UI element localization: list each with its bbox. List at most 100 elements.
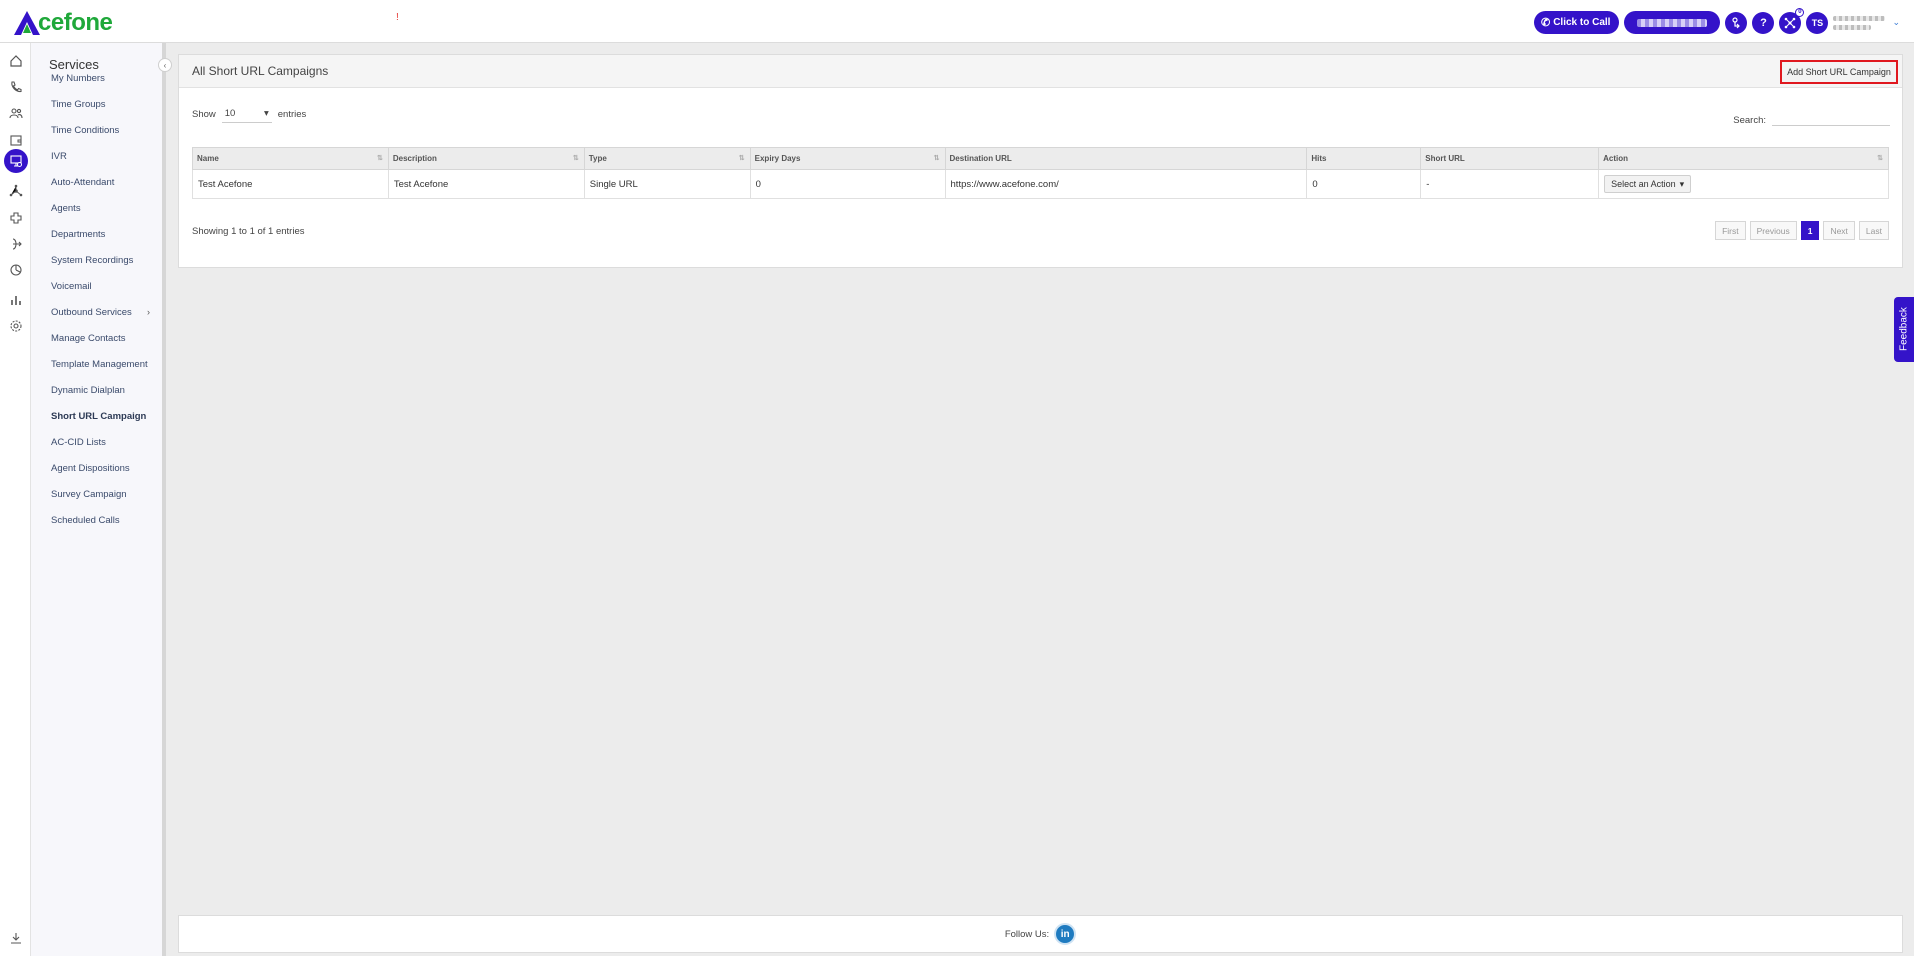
avatar[interactable]: TS xyxy=(1806,11,1829,34)
sidebar-item-system-recordings[interactable]: System Recordings xyxy=(51,255,133,266)
download-icon[interactable] xyxy=(8,930,24,946)
hierarchy-icon[interactable] xyxy=(8,183,24,199)
column-header-action[interactable]: Action ⇅ xyxy=(1598,147,1889,170)
sidebar-item-scheduled-calls[interactable]: Scheduled Calls xyxy=(51,515,120,526)
click-to-call-label: Click to Call xyxy=(1553,17,1611,28)
short-url-campaigns-panel: All Short URL Campaigns Add Short URL Ca… xyxy=(178,54,1903,268)
users-icon[interactable] xyxy=(8,105,24,121)
phone-icon[interactable] xyxy=(8,79,24,95)
services-sidebar: Services ‹ My Numbers Time Groups Time C… xyxy=(31,43,172,956)
column-header-name[interactable]: Name ⇅ xyxy=(192,147,389,170)
column-header-hits: Hits xyxy=(1306,147,1422,170)
search-control: Search: xyxy=(1733,108,1890,126)
routing-icon[interactable] xyxy=(8,236,24,252)
logo-a-icon xyxy=(14,11,40,35)
table-info: Showing 1 to 1 of 1 entries xyxy=(192,226,305,237)
sort-icon: ⇅ xyxy=(377,155,383,162)
sidebar-item-manage-contacts[interactable]: Manage Contacts xyxy=(51,333,125,344)
cell-hits: 0 xyxy=(1306,169,1422,199)
cell-destination-url: https://www.acefone.com/ xyxy=(944,169,1308,199)
column-header-short-url: Short URL xyxy=(1420,147,1600,170)
pager-first-button[interactable]: First xyxy=(1715,221,1746,240)
sidebar-item-ivr[interactable]: IVR xyxy=(51,151,67,162)
sidebar-item-outbound-services[interactable]: Outbound Services xyxy=(51,307,132,318)
sidebar-item-agent-dispositions[interactable]: Agent Dispositions xyxy=(51,463,130,474)
search-input[interactable] xyxy=(1772,108,1890,126)
sidebar-item-voicemail[interactable]: Voicemail xyxy=(51,281,92,292)
sidebar-item-auto-attendant[interactable]: Auto-Attendant xyxy=(51,177,114,188)
settings-icon[interactable] xyxy=(8,318,24,334)
top-header: cefone ! ✆ Click to Call ? 0 TS ⌄ xyxy=(0,0,1914,43)
services-title: Services xyxy=(49,57,99,72)
column-header-type[interactable]: Type ⇅ xyxy=(583,147,751,170)
page-title: All Short URL Campaigns xyxy=(192,64,329,78)
search-label: Search: xyxy=(1733,115,1766,126)
pagination: First Previous 1 Next Last xyxy=(1715,221,1889,240)
sidebar-item-departments[interactable]: Departments xyxy=(51,229,105,240)
select-action-dropdown[interactable]: Select an Action ▾ xyxy=(1604,175,1692,193)
column-header-destination-url: Destination URL xyxy=(944,147,1308,170)
chevron-down-icon[interactable]: ⌄ xyxy=(1892,17,1900,28)
network-notification-icon[interactable]: 0 xyxy=(1779,7,1805,34)
icon-rail xyxy=(0,43,31,956)
entries-length-control: Show 10 ▾ entries xyxy=(192,105,306,123)
sort-icon: ⇅ xyxy=(572,155,579,162)
cell-name: Test Acefone xyxy=(192,169,389,199)
sort-icon: ⇅ xyxy=(738,155,745,162)
entries-select[interactable]: 10 ▾ xyxy=(221,105,272,123)
column-header-description[interactable]: Description ⇅ xyxy=(387,147,585,170)
cell-description: Test Acefone xyxy=(387,169,585,199)
table-header-row: Name ⇅ Description ⇅ Type ⇅ Expiry Days ⇅ De… xyxy=(192,147,1889,170)
alert-mark: ! xyxy=(396,12,399,23)
sidebar-item-my-numbers[interactable]: My Numbers xyxy=(51,73,105,84)
sidebar-item-time-conditions[interactable]: Time Conditions xyxy=(51,125,119,136)
masked-user-name[interactable] xyxy=(1833,13,1886,33)
table-row: Test Acefone Test Acefone Single URL 0 h… xyxy=(192,169,1889,199)
agent-status-icon[interactable] xyxy=(1725,11,1748,34)
column-header-expiry-days[interactable]: Expiry Days ⇅ xyxy=(749,147,946,170)
pager-previous-button[interactable]: Previous xyxy=(1749,221,1797,240)
add-short-url-campaign-button[interactable]: Add Short URL Campaign xyxy=(1780,60,1898,84)
integrations-icon[interactable] xyxy=(8,210,24,226)
follow-us-label: Follow Us: xyxy=(1004,928,1050,940)
sidebar-item-ac-cid-lists[interactable]: AC-CID Lists xyxy=(51,437,106,448)
services-icon[interactable] xyxy=(4,149,28,173)
sidebar-item-template-management[interactable]: Template Management xyxy=(51,359,148,370)
caret-down-icon: ▾ xyxy=(1679,178,1685,189)
home-icon[interactable] xyxy=(8,53,24,69)
sidebar-item-dynamic-dialplan[interactable]: Dynamic Dialplan xyxy=(51,385,125,396)
feedback-tab[interactable]: Feedback xyxy=(1894,297,1914,362)
phone-icon: ✆ xyxy=(1540,17,1551,29)
cell-expiry-days: 0 xyxy=(749,169,946,199)
sort-icon: ⇅ xyxy=(933,155,940,162)
analytics-pie-icon[interactable] xyxy=(8,262,24,278)
footer: Follow Us: in xyxy=(178,915,1903,953)
panel-header: All Short URL Campaigns Add Short URL Ca… xyxy=(179,55,1902,88)
pager-next-button[interactable]: Next xyxy=(1823,221,1855,240)
click-to-call-button[interactable]: ✆ Click to Call xyxy=(1533,11,1620,34)
sidebar-item-survey-campaign[interactable]: Survey Campaign xyxy=(51,489,127,500)
sidebar-item-time-groups[interactable]: Time Groups xyxy=(51,99,106,110)
cell-type: Single URL xyxy=(583,169,751,199)
reports-icon[interactable] xyxy=(8,292,24,308)
sidebar-item-agents[interactable]: Agents xyxy=(51,203,81,214)
pager-last-button[interactable]: Last xyxy=(1858,221,1889,240)
campaigns-table: Name ⇅ Description ⇅ Type ⇅ Expiry Days ⇅ De… xyxy=(192,147,1889,199)
chevron-right-icon[interactable]: › xyxy=(147,307,150,317)
logo-text: cefone xyxy=(38,9,113,36)
sort-icon: ⇅ xyxy=(1877,155,1883,162)
entries-label: entries xyxy=(277,108,307,120)
pager-page-1[interactable]: 1 xyxy=(1800,221,1820,240)
cell-short-url: - xyxy=(1420,169,1600,199)
linkedin-icon[interactable]: in xyxy=(1054,923,1077,945)
help-icon[interactable]: ? xyxy=(1752,11,1775,34)
wallet-icon[interactable] xyxy=(8,132,24,148)
notification-badge: 0 xyxy=(1795,7,1805,17)
acefone-logo[interactable]: cefone xyxy=(14,9,113,36)
sidebar-item-short-url-campaign[interactable]: Short URL Campaign xyxy=(51,411,146,422)
cell-action: Select an Action ▾ xyxy=(1598,169,1889,199)
show-label: Show xyxy=(192,108,216,120)
collapse-sidebar-icon[interactable]: ‹ xyxy=(158,58,172,72)
masked-number-pill[interactable] xyxy=(1624,11,1721,34)
chevron-down-icon: ▾ xyxy=(263,108,269,119)
